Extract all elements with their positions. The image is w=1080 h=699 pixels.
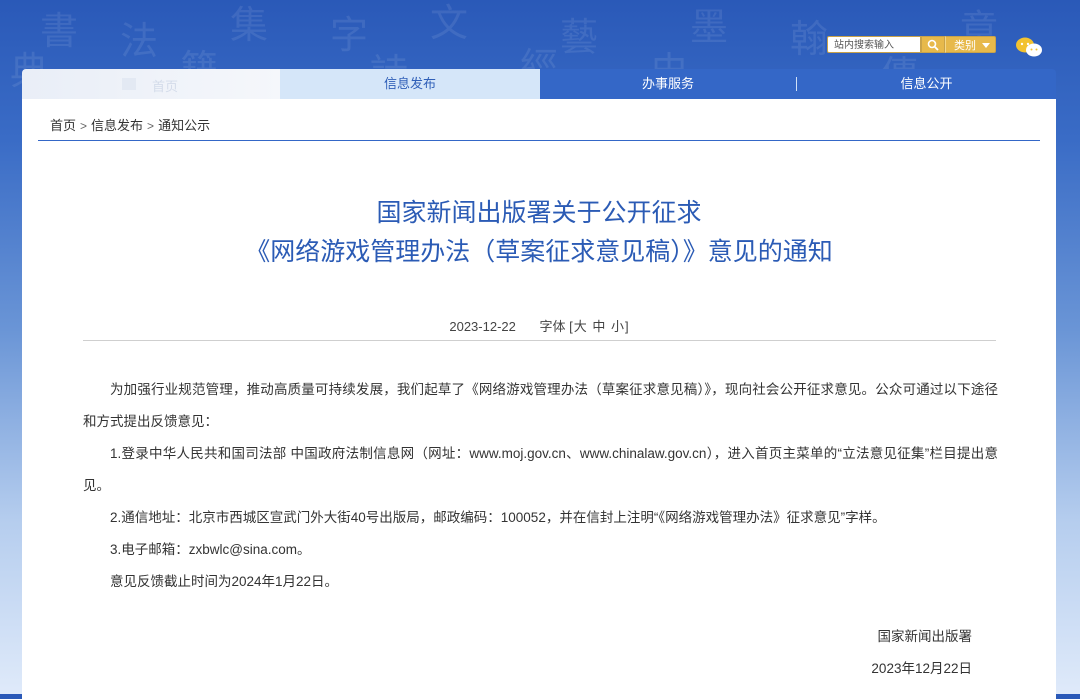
font-size-label: 字体 [ <box>539 319 573 334</box>
signature-date: 2023年12月22日 <box>871 661 972 676</box>
paragraph: 1.登录中华人民共和国司法部 中国政府法制信息网（网址：www.moj.gov.… <box>83 446 998 493</box>
breadcrumb-notices[interactable]: 通知公示 <box>158 118 210 133</box>
signature-block: 国家新闻出版署 2023年12月22日 <box>842 621 972 685</box>
font-size-large[interactable]: 大 <box>574 319 587 334</box>
font-size-small[interactable]: 小 <box>611 319 624 334</box>
paragraph: 意见反馈截止时间为2024年1月22日。 <box>110 574 339 589</box>
signature-org: 国家新闻出版署 <box>877 629 973 644</box>
title-line-1: 国家新闻出版署关于公开征求 <box>376 199 702 227</box>
paragraph: 3.电子邮箱：zxbwlc@sina.com。 <box>110 542 311 557</box>
content-panel: 首页 > 信息发布 > 通知公示 国家新闻出版署关于公开征求 《网络游戏管理办法（草案征… <box>22 99 1056 699</box>
search-button[interactable] <box>921 36 945 53</box>
main-navigation: 首页 信息发布 办事服务 信息公开 <box>22 69 1056 99</box>
nav-item-services[interactable]: 办事服务 <box>540 69 796 99</box>
home-icon <box>122 78 136 90</box>
font-size-close: ] <box>625 319 629 334</box>
nav-home[interactable]: 首页 <box>22 69 280 99</box>
meta-divider <box>83 340 996 341</box>
font-size-selector: 字体 [大 中 小] <box>539 319 628 334</box>
wechat-icon[interactable] <box>1015 36 1043 58</box>
category-dropdown[interactable]: 类别 <box>945 36 996 53</box>
title-line-2: 《网络游戏管理办法（草案征求意见稿）》意见的通知 <box>245 238 833 266</box>
breadcrumb: 首页 > 信息发布 > 通知公示 <box>50 115 210 134</box>
chevron-down-icon <box>982 43 990 48</box>
breadcrumb-separator: > <box>80 119 88 133</box>
article-meta: 2023-12-22 字体 [大 中 小] <box>22 316 1056 335</box>
search-input[interactable]: 站内搜索输入 <box>827 36 921 53</box>
paragraph: 为加强行业规范管理，推动高质量可持续发展，我们起草了《网络游戏管理办法（草案征求… <box>83 382 998 429</box>
article-body: 为加强行业规范管理，推动高质量可持续发展，我们起草了《网络游戏管理办法（草案征求… <box>83 374 998 598</box>
page-title: 国家新闻出版署关于公开征求 《网络游戏管理办法（草案征求意见稿）》意见的通知 <box>22 194 1056 272</box>
search-icon <box>927 39 939 51</box>
breadcrumb-home[interactable]: 首页 <box>50 118 76 133</box>
breadcrumb-separator: > <box>147 119 155 133</box>
nav-item-info-release[interactable]: 信息发布 <box>280 69 540 99</box>
publish-date: 2023-12-22 <box>449 319 516 334</box>
breadcrumb-divider <box>38 140 1040 141</box>
category-label: 类别 <box>954 39 976 52</box>
nav-home-label: 首页 <box>152 80 179 95</box>
font-size-medium[interactable]: 中 <box>592 319 605 334</box>
breadcrumb-info-release[interactable]: 信息发布 <box>91 118 143 133</box>
paragraph: 2.通信地址：北京市西城区宣武门外大街40号出版局，邮政编码：100052，并在… <box>110 510 886 525</box>
nav-item-info-disclosure[interactable]: 信息公开 <box>797 69 1056 99</box>
